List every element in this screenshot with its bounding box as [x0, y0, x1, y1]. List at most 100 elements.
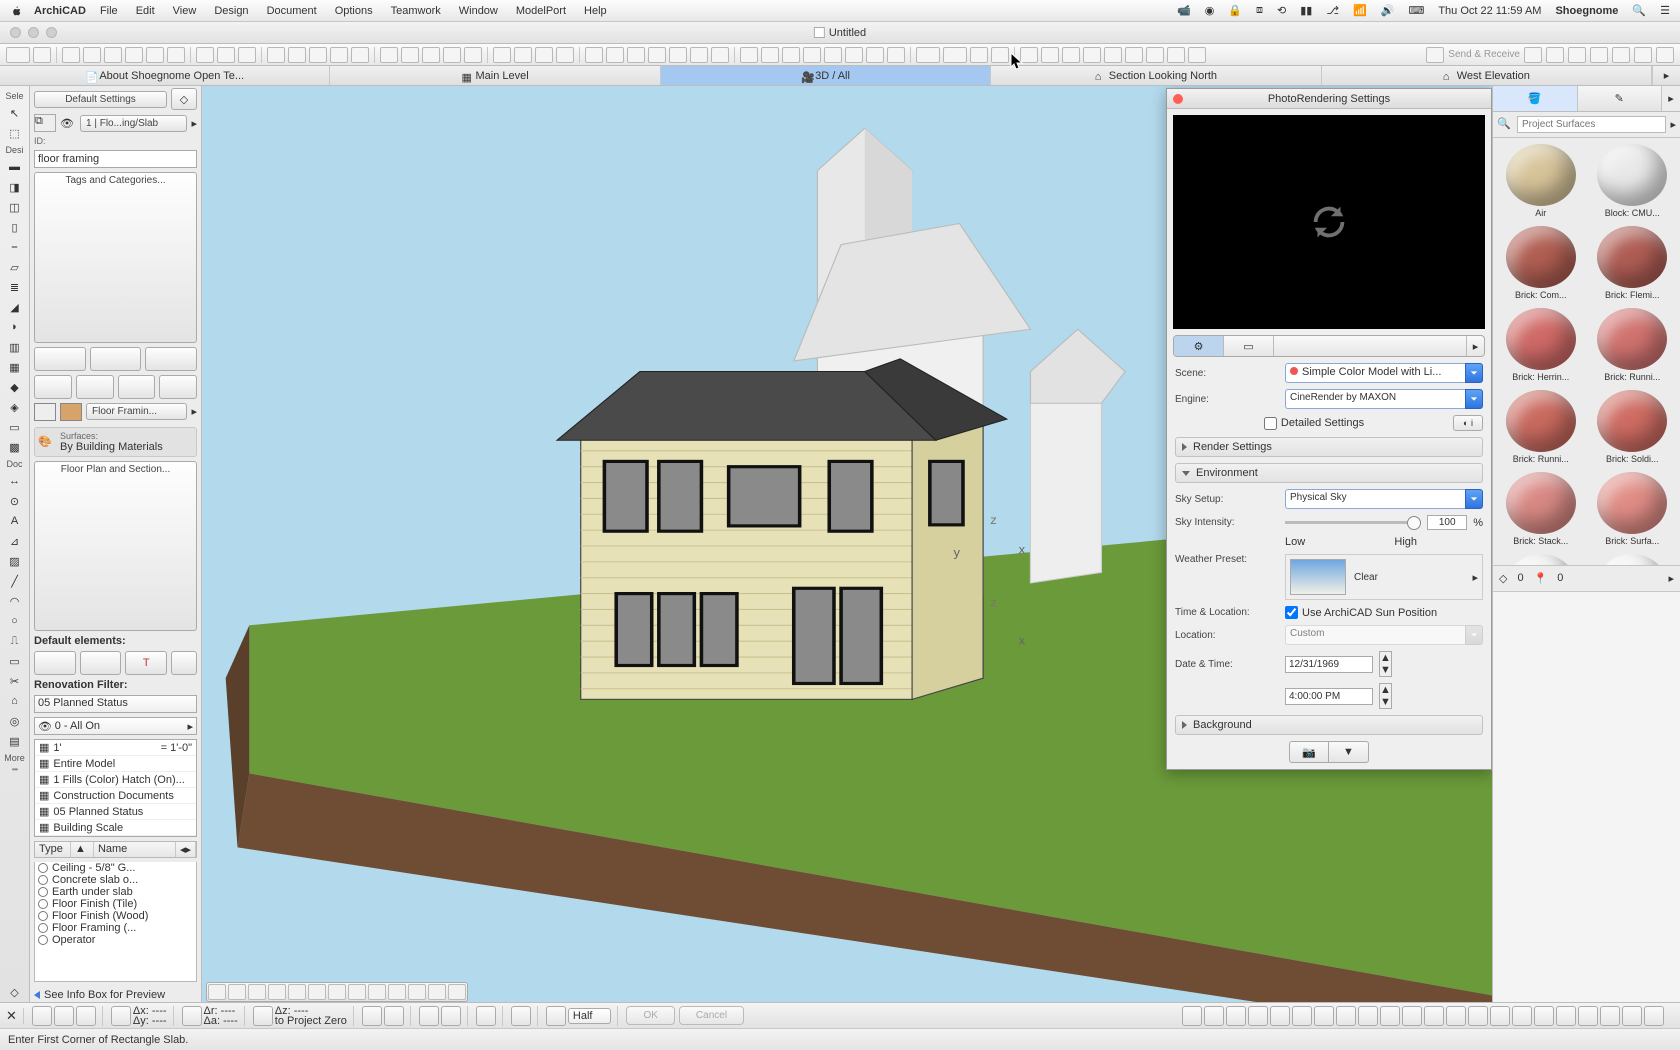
surfaces-grid[interactable]: AirBlock: CMU...Brick: Com...Brick: Flem…: [1493, 138, 1680, 565]
close-x-icon[interactable]: ✕: [6, 1008, 17, 1024]
bb[interactable]: [1468, 1006, 1488, 1026]
toolbar-btn[interactable]: [1167, 47, 1185, 63]
surface-item[interactable]: Air: [1499, 144, 1583, 218]
bb[interactable]: [546, 1006, 566, 1026]
renovation-select[interactable]: 05 Planned Status: [34, 695, 197, 713]
bb[interactable]: [1622, 1006, 1642, 1026]
tab-about[interactable]: 📄About Shoegnome Open Te...: [0, 66, 330, 85]
bb[interactable]: [1292, 1006, 1312, 1026]
bb[interactable]: [1644, 1006, 1664, 1026]
toolbar-btn[interactable]: [627, 47, 645, 63]
menu-help[interactable]: Help: [584, 5, 607, 17]
surface-item[interactable]: Brick: Runni...: [1591, 308, 1675, 382]
toolbar-btn[interactable]: [916, 47, 940, 63]
toolbar-btn[interactable]: [125, 47, 143, 63]
bb[interactable]: [111, 1006, 131, 1026]
layerset-select[interactable]: 👁 0 - All On▸: [34, 717, 197, 735]
bb[interactable]: [76, 1006, 96, 1026]
construction-method-4[interactable]: [159, 375, 197, 399]
fill-tool[interactable]: ▨: [4, 551, 26, 571]
notifications-icon[interactable]: ☰: [1660, 4, 1670, 17]
toolbar-btn[interactable]: [1062, 47, 1080, 63]
app-name[interactable]: ArchiCAD: [34, 5, 86, 17]
surface-item[interactable]: Brick: Soldi...: [1591, 390, 1675, 464]
vb[interactable]: [308, 984, 326, 1000]
toolbar-btn[interactable]: [970, 47, 988, 63]
alt-icon[interactable]: ⎇: [1326, 4, 1339, 17]
toolbar-btn[interactable]: [62, 47, 80, 63]
pr-tab-expand[interactable]: ▸: [1466, 336, 1484, 356]
camera-button[interactable]: 📷: [1289, 741, 1329, 763]
date-field[interactable]: [1285, 656, 1373, 673]
toolbar-btn[interactable]: [309, 47, 327, 63]
qo-item[interactable]: ▦05 Planned Status: [35, 804, 196, 820]
bb[interactable]: [1314, 1006, 1334, 1026]
tab-3d-all[interactable]: 🎥3D / All: [661, 66, 991, 85]
wifi-icon[interactable]: 📶: [1353, 4, 1367, 17]
detail-tool[interactable]: ◎: [4, 711, 26, 731]
render-settings-group[interactable]: Render Settings: [1175, 437, 1483, 457]
user[interactable]: Shoegnome: [1555, 5, 1618, 17]
toolbar-btn[interactable]: [1546, 47, 1564, 63]
toolbar-btn[interactable]: [330, 47, 348, 63]
surface-item[interactable]: Brick: Surfa...: [1591, 472, 1675, 546]
line-tool[interactable]: ╱: [4, 571, 26, 591]
tabs-overflow[interactable]: ▸: [1652, 66, 1680, 85]
bb[interactable]: [54, 1006, 74, 1026]
clock[interactable]: Thu Oct 22 11:59 AM: [1438, 5, 1541, 17]
construction-method-1[interactable]: [34, 375, 72, 399]
engine-select[interactable]: CineRender by MAXON: [1285, 389, 1483, 409]
dropbox-icon[interactable]: ⧈: [1256, 4, 1263, 17]
layer-selector[interactable]: 1 | Flo...ing/Slab: [80, 115, 187, 132]
vb[interactable]: [448, 984, 466, 1000]
time-stepper[interactable]: ▲▼: [1379, 683, 1392, 709]
weather-preset[interactable]: Clear▸: [1285, 554, 1483, 600]
sky-setup-select[interactable]: Physical Sky: [1285, 489, 1483, 509]
bb[interactable]: [1182, 1006, 1202, 1026]
default-settings-button[interactable]: Default Settings: [34, 91, 167, 108]
label-tool[interactable]: ⊿: [4, 531, 26, 551]
toolbar-btn[interactable]: [217, 47, 235, 63]
toolbar-btn[interactable]: [514, 47, 532, 63]
bb[interactable]: [1402, 1006, 1422, 1026]
geometry-method-1[interactable]: [34, 347, 86, 371]
3d-viewport[interactable]: y x x z z PhotoRendering Settings ⚙ ▭ ▸ …: [202, 86, 1492, 1006]
composite-table[interactable]: Ceiling - 5/8" G... Concrete slab o... E…: [34, 862, 197, 982]
door-tool[interactable]: ◨: [4, 177, 26, 197]
vb[interactable]: [228, 984, 246, 1000]
qo-item[interactable]: ▦1 Fills (Color) Hatch (On)...: [35, 772, 196, 788]
menu-edit[interactable]: Edit: [136, 5, 155, 17]
chevron-right-icon[interactable]: ▸: [191, 405, 197, 418]
toolbar-btn[interactable]: [104, 47, 122, 63]
tab-elevation[interactable]: ⌂West Elevation: [1322, 66, 1652, 85]
pr-close-icon[interactable]: [1173, 94, 1183, 104]
zoom-window[interactable]: [46, 27, 57, 38]
apple-icon[interactable]: [10, 4, 24, 18]
toolbar-btn[interactable]: [1634, 47, 1652, 63]
menu-teamwork[interactable]: Teamwork: [391, 5, 441, 17]
column-tool[interactable]: ▯: [4, 217, 26, 237]
mesh-tool[interactable]: ▩: [4, 437, 26, 457]
toolbar-btn[interactable]: [1656, 47, 1674, 63]
toolbar-btn[interactable]: [887, 47, 905, 63]
surface-item[interactable]: Brick: Herrin...: [1499, 308, 1583, 382]
vb[interactable]: [368, 984, 386, 1000]
morph-tool[interactable]: ◆: [4, 377, 26, 397]
bb[interactable]: [441, 1006, 461, 1026]
toolbar-btn[interactable]: [585, 47, 603, 63]
toolbar-btn[interactable]: [493, 47, 511, 63]
bb[interactable]: [1424, 1006, 1444, 1026]
menu-options[interactable]: Options: [335, 5, 373, 17]
bb[interactable]: [1226, 1006, 1246, 1026]
shell-tool[interactable]: ◗: [4, 317, 26, 337]
roof-tool[interactable]: ◢: [4, 297, 26, 317]
toolbar-btn[interactable]: [267, 47, 285, 63]
close-window[interactable]: [10, 27, 21, 38]
timemachine-icon[interactable]: ⟲: [1277, 4, 1286, 17]
toolbar-btn[interactable]: [991, 47, 1009, 63]
worksheet-tool[interactable]: ▤: [4, 731, 26, 751]
battery-icon[interactable]: ▮▮: [1300, 4, 1312, 17]
toolbar-btn[interactable]: [83, 47, 101, 63]
bb[interactable]: [1204, 1006, 1224, 1026]
detailed-settings-checkbox[interactable]: Detailed Settings: [1264, 417, 1364, 430]
